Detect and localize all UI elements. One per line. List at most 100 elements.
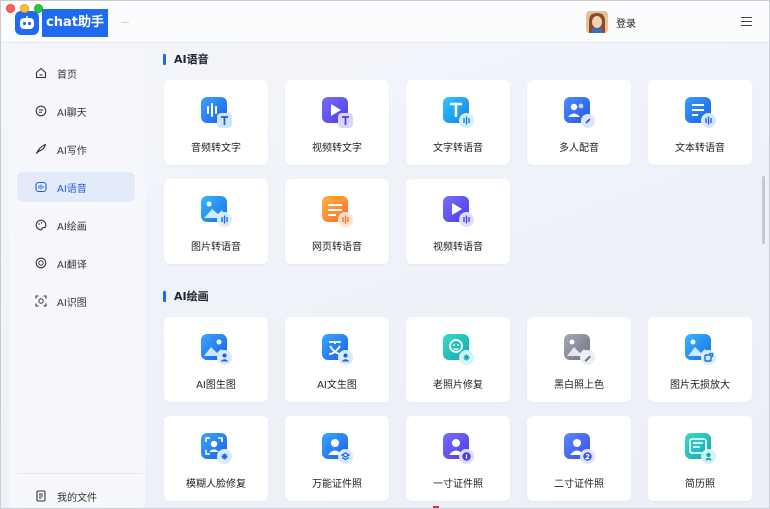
- card-face-restore[interactable]: 模糊人脸修复: [164, 416, 268, 501]
- title-divider: [121, 22, 129, 23]
- sidebar-item-ai-voice[interactable]: AI语音: [17, 172, 135, 202]
- quill-icon: [35, 143, 47, 155]
- scan-icon: [35, 295, 47, 307]
- section-title-ai-painting: AI绘画: [163, 288, 209, 304]
- sidebar-item-label: AI识图: [57, 297, 87, 309]
- sidebar-item-ai-translate[interactable]: AI翻译: [17, 248, 135, 278]
- card-label: 万能证件照: [312, 479, 362, 490]
- video-to-speech-icon: [441, 194, 475, 228]
- card-label: 模糊人脸修复: [186, 479, 246, 490]
- card-bw-colorize[interactable]: 黑白照上色: [527, 317, 631, 402]
- card-webpage-to-speech[interactable]: 网页转语音: [285, 179, 389, 264]
- card-label: 老照片修复: [433, 380, 483, 391]
- sidebar-item-ai-image-recognition[interactable]: AI识图: [17, 286, 135, 316]
- section-title-label: AI绘画: [174, 290, 209, 303]
- card-label: 音频转文字: [191, 143, 241, 154]
- card-label: 二寸证件照: [554, 479, 604, 490]
- face-restore-icon: [199, 431, 233, 465]
- sidebar-item-label: AI翻译: [57, 259, 87, 271]
- vertical-scrollbar[interactable]: [762, 176, 765, 244]
- bw-colorize-icon: [562, 332, 596, 366]
- card-label: 文字转语音: [433, 143, 483, 154]
- sidebar-item-label: AI聊天: [57, 107, 87, 119]
- card-label: 网页转语音: [312, 242, 362, 253]
- webpage-to-speech-icon: [320, 194, 354, 228]
- sidebar-item-label: 首页: [57, 69, 77, 81]
- translate-icon: [35, 257, 47, 269]
- palette-icon: [35, 219, 47, 231]
- section-accent-bar: [163, 53, 166, 65]
- card-label: 图片无损放大: [670, 380, 730, 391]
- sidebar: 首页 AI聊天 AI写作 AI语音 AI绘画 AI翻译 AI识图 我的文件: [9, 49, 145, 508]
- image-to-speech-icon: [199, 194, 233, 228]
- chat-bubble-icon: [35, 105, 47, 117]
- card-label: 文本转语音: [675, 143, 725, 154]
- brand-name: chat助手: [42, 9, 108, 37]
- image-to-image-icon: [199, 332, 233, 366]
- sidebar-item-home[interactable]: 首页: [17, 58, 135, 88]
- old-photo-restore-icon: [441, 332, 475, 366]
- card-image-upscale[interactable]: 图片无损放大: [648, 317, 752, 402]
- section-title-ai-voice: AI语音: [163, 51, 209, 67]
- robot-logo-icon: [15, 11, 39, 35]
- card-label: AI文生图: [317, 380, 357, 391]
- section-accent-bar: [163, 290, 166, 302]
- window-controls: [6, 4, 43, 13]
- brand[interactable]: chat助手: [15, 9, 108, 37]
- sidebar-item-label: AI绘画: [57, 221, 87, 233]
- sidebar-item-label: 我的文件: [57, 492, 97, 504]
- login-label: 登录: [616, 18, 636, 30]
- section-title-label: AI语音: [174, 53, 209, 66]
- sidebar-item-ai-chat[interactable]: AI聊天: [17, 96, 135, 126]
- sidebar-item-ai-painting[interactable]: AI绘画: [17, 210, 135, 240]
- card-multi-dubbing[interactable]: 多人配音: [527, 80, 631, 165]
- card-text-to-image[interactable]: AI文生图: [285, 317, 389, 402]
- card-two-inch-photo[interactable]: 二寸证件照: [527, 416, 631, 501]
- text-to-speech-icon: [441, 95, 475, 129]
- resume-photo-icon: [683, 431, 717, 465]
- card-label: AI图生图: [196, 380, 236, 391]
- document-to-speech-icon: [683, 95, 717, 129]
- sidebar-item-label: AI写作: [57, 145, 87, 157]
- top-bar: chat助手 登录: [1, 1, 769, 43]
- card-label: 多人配音: [559, 143, 599, 154]
- hamburger-menu-icon[interactable]: [741, 17, 752, 29]
- card-video-to-speech[interactable]: 视频转语音: [406, 179, 510, 264]
- card-one-inch-photo[interactable]: 一寸证件照: [406, 416, 510, 501]
- card-text-to-speech[interactable]: 文字转语音: [406, 80, 510, 165]
- card-label: 图片转语音: [191, 242, 241, 253]
- minimize-window-button[interactable]: [20, 4, 29, 13]
- video-to-text-icon: [320, 95, 354, 129]
- sidebar-item-ai-writing[interactable]: AI写作: [17, 134, 135, 164]
- card-label: 黑白照上色: [554, 380, 604, 391]
- main-content: AI语音 音频转文字 视频转文字 文字转语音 多人配音 文本转语音 图片转语音 …: [151, 43, 761, 508]
- audio-to-text-icon: [199, 95, 233, 129]
- app-window: chat助手 登录 首页 AI聊天 AI写作 AI语音 AI绘画 AI翻译 AI…: [0, 0, 770, 509]
- card-label: 视频转语音: [433, 242, 483, 253]
- card-document-to-speech[interactable]: 文本转语音: [648, 80, 752, 165]
- one-inch-photo-icon: [441, 431, 475, 465]
- card-label: 视频转文字: [312, 143, 362, 154]
- card-image-to-speech[interactable]: 图片转语音: [164, 179, 268, 264]
- login-button[interactable]: 登录: [586, 11, 636, 33]
- sidebar-item-my-files[interactable]: 我的文件: [17, 481, 135, 508]
- sidebar-item-label: AI语音: [57, 183, 87, 195]
- card-image-to-image[interactable]: AI图生图: [164, 317, 268, 402]
- home-icon: [35, 67, 47, 79]
- card-audio-to-text[interactable]: 音频转文字: [164, 80, 268, 165]
- image-upscale-icon: [683, 332, 717, 366]
- voice-icon: [35, 181, 47, 193]
- two-inch-photo-icon: [562, 431, 596, 465]
- text-to-image-icon: [320, 332, 354, 366]
- sidebar-divider: [17, 473, 143, 474]
- card-resume-photo[interactable]: 简历照: [648, 416, 752, 501]
- avatar: [586, 11, 608, 33]
- id-photo-icon: [320, 431, 354, 465]
- zoom-window-button[interactable]: [34, 4, 43, 13]
- close-window-button[interactable]: [6, 4, 15, 13]
- card-label: 一寸证件照: [433, 479, 483, 490]
- multi-dubbing-icon: [562, 95, 596, 129]
- card-old-photo-restore[interactable]: 老照片修复: [406, 317, 510, 402]
- card-id-photo[interactable]: 万能证件照: [285, 416, 389, 501]
- card-video-to-text[interactable]: 视频转文字: [285, 80, 389, 165]
